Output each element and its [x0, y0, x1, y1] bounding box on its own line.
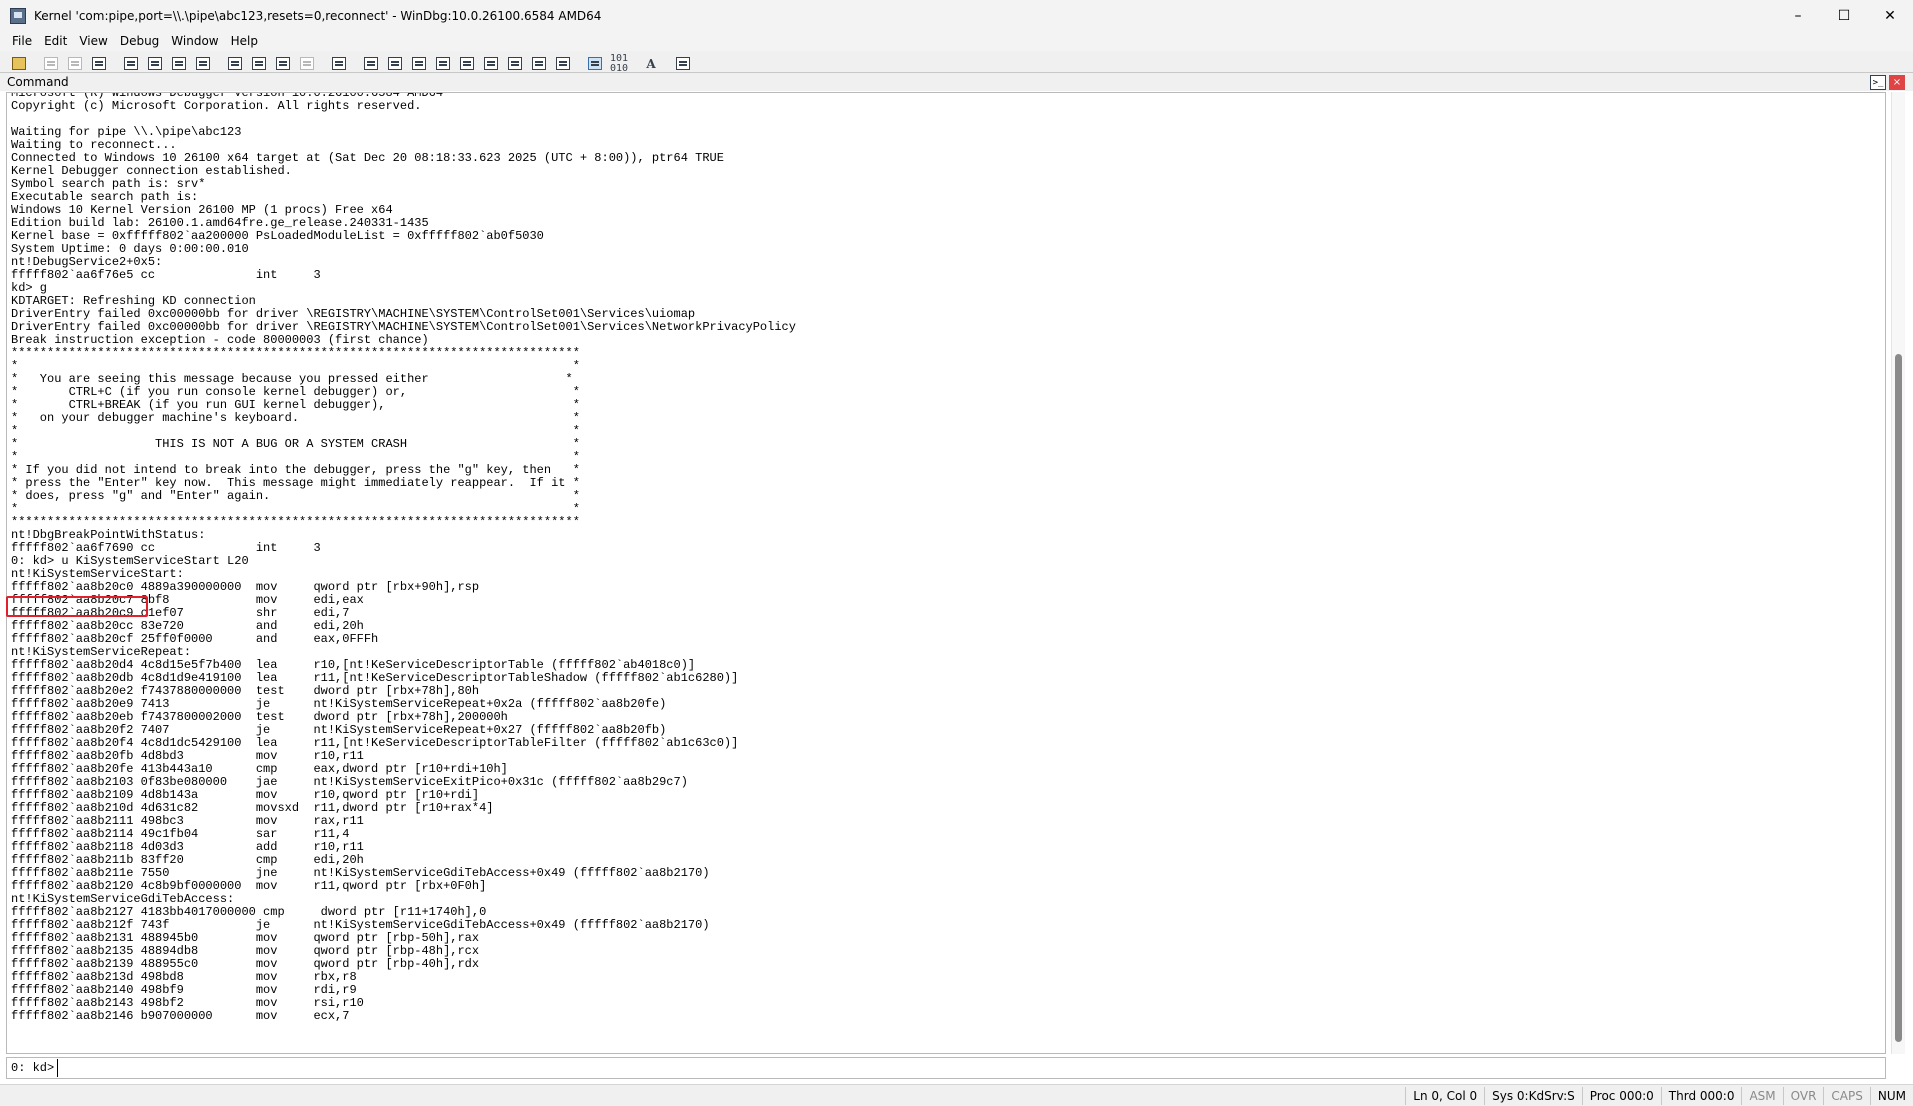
step-over-icon[interactable]	[250, 55, 268, 73]
title-bar: Kernel 'com:pipe,port=\\.\pipe\abc123,re…	[0, 0, 1913, 31]
step-out-icon[interactable]	[274, 55, 292, 73]
command-input-row: 0: kd>	[6, 1057, 1886, 1079]
menu-view[interactable]: View	[73, 34, 113, 48]
status-proc: Proc 000:0	[1581, 1086, 1661, 1105]
minimize-button[interactable]: –	[1775, 0, 1821, 31]
source-mode-icon[interactable]	[586, 55, 604, 73]
kd-prompt: 0: kd>	[11, 1061, 55, 1075]
break-icon[interactable]	[194, 55, 212, 73]
locals-window-icon[interactable]	[410, 55, 428, 73]
open-folder-icon[interactable]	[10, 55, 28, 73]
output-line: Copyright (c) Microsoft Corporation. All…	[11, 99, 422, 113]
window-controls: – ☐ ✕	[1775, 0, 1913, 31]
font-glyph: A	[646, 56, 656, 71]
menu-window[interactable]: Window	[165, 34, 224, 48]
registers-window-icon[interactable]	[434, 55, 452, 73]
step-into-icon[interactable]	[226, 55, 244, 73]
status-line-col: Ln 0, Col 0	[1405, 1086, 1484, 1105]
status-num: NUM	[1869, 1086, 1913, 1105]
options-icon[interactable]	[674, 55, 692, 73]
command-window-title: Command	[7, 75, 69, 89]
run-to-cursor-icon[interactable]	[298, 55, 316, 73]
command-output-text: Microsoft (R) Windows Debugger Version 1…	[11, 93, 796, 1023]
output-scrollbar[interactable]	[1891, 92, 1905, 1054]
command-window-buttons: >_ ×	[1867, 75, 1905, 90]
menu-file[interactable]: File	[6, 34, 38, 48]
close-command-window-button[interactable]: ×	[1889, 75, 1905, 90]
maximize-button[interactable]: ☐	[1821, 0, 1867, 31]
status-bar: Ln 0, Col 0 Sys 0:KdSrv:S Proc 000:0 Thr…	[0, 1084, 1913, 1106]
status-caps: CAPS	[1823, 1086, 1869, 1105]
address-highlight-box	[6, 596, 148, 617]
hex-mode-icon[interactable]: 101 010	[609, 52, 629, 74]
font-icon[interactable]: A	[642, 55, 660, 73]
menu-bar: File Edit View Debug Window Help	[0, 31, 1913, 51]
window-title: Kernel 'com:pipe,port=\\.\pipe\abc123,re…	[34, 8, 602, 23]
menu-help[interactable]: Help	[225, 34, 264, 48]
command-input[interactable]	[57, 1059, 1885, 1077]
call-stack-icon[interactable]	[482, 55, 500, 73]
output-line: fffff802`aa8b2146 b907000000 mov ecx,7	[11, 1009, 350, 1023]
status-sys: Sys 0:KdSrv:S	[1484, 1086, 1582, 1105]
watch-window-icon[interactable]	[386, 55, 404, 73]
status-ovr: OVR	[1782, 1086, 1824, 1105]
scratch-pad-icon[interactable]	[530, 55, 548, 73]
processes-threads-icon[interactable]	[554, 55, 572, 73]
memory-window-icon[interactable]	[458, 55, 476, 73]
command-output[interactable]: Microsoft (R) Windows Debugger Version 1…	[6, 92, 1886, 1054]
disassembly-window-icon[interactable]	[506, 55, 524, 73]
menu-debug[interactable]: Debug	[114, 34, 165, 48]
close-button[interactable]: ✕	[1867, 0, 1913, 31]
windbg-app-icon[interactable]	[10, 7, 26, 24]
menu-edit[interactable]: Edit	[38, 34, 73, 48]
copy-icon[interactable]	[66, 55, 84, 73]
output-scroll-thumb[interactable]	[1895, 354, 1902, 1042]
stop-debugging-icon[interactable]	[170, 55, 188, 73]
restart-icon[interactable]	[146, 55, 164, 73]
hand-pointer-icon[interactable]	[330, 55, 348, 73]
hex-mode-glyph: 101 010	[609, 52, 629, 74]
command-window-icon[interactable]	[362, 55, 380, 73]
command-window-header: Command >_ ×	[0, 72, 1913, 91]
cut-icon[interactable]	[42, 55, 60, 73]
status-thrd: Thrd 000:0	[1660, 1086, 1742, 1105]
go-icon[interactable]	[122, 55, 140, 73]
status-asm: ASM	[1741, 1086, 1782, 1105]
paste-icon[interactable]	[90, 55, 108, 73]
prompt-toggle-button[interactable]: >_	[1870, 75, 1886, 90]
output-line: fffff802`aa6f76e5 cc int 3	[11, 268, 321, 282]
